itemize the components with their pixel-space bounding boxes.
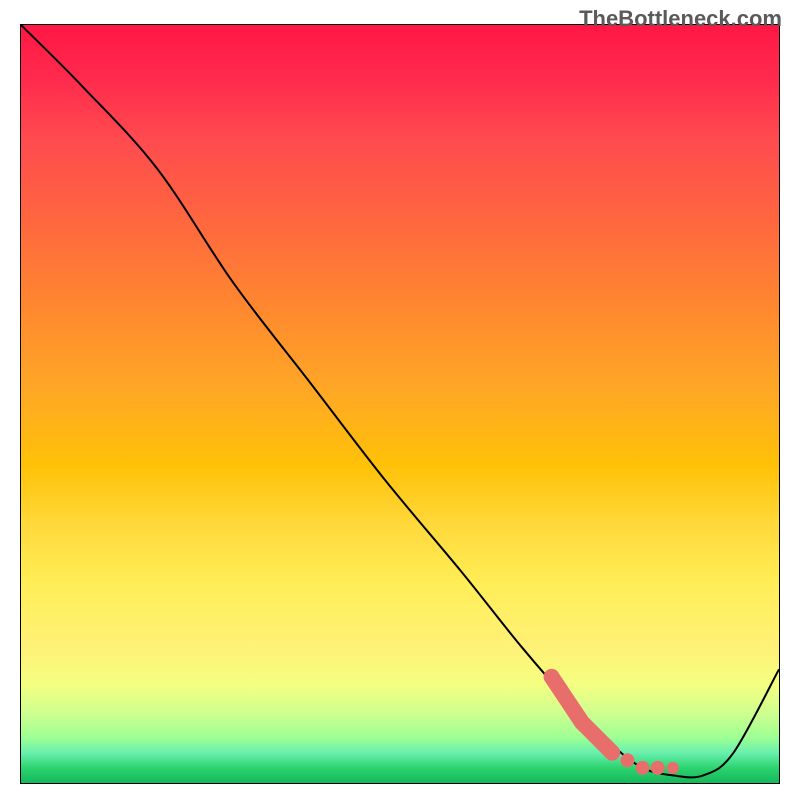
highlight-dot [620,753,634,767]
highlight-dot [651,761,665,775]
bottleneck-curve-path [21,25,779,777]
chart-overlay-svg [21,25,779,783]
highlight-dot [667,762,679,774]
chart-plot-area [20,24,780,784]
highlight-dot [636,761,650,775]
optimal-range-marker [544,669,679,775]
watermark-label: TheBottleneck.com [579,6,782,32]
highlight-thick-segment [552,677,613,753]
